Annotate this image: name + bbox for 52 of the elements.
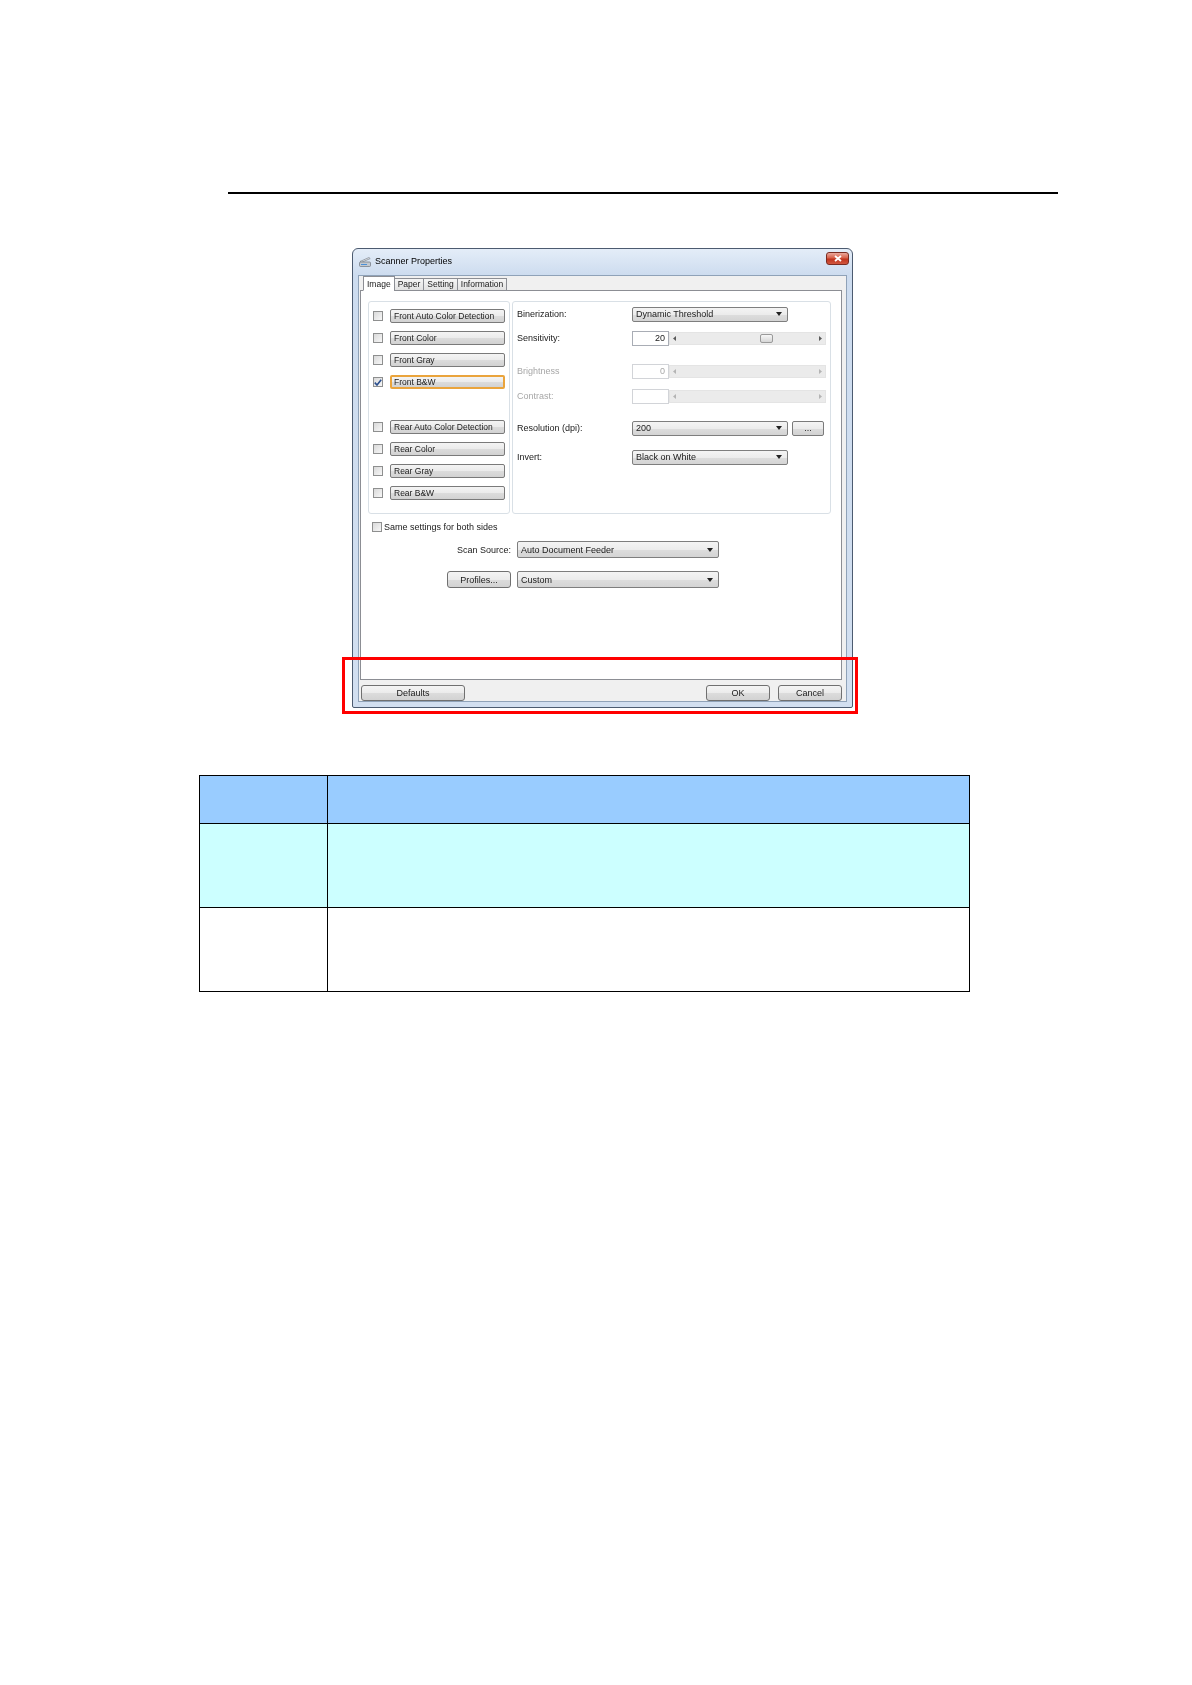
- checkbox[interactable]: [373, 311, 383, 321]
- checkbox[interactable]: [372, 522, 382, 532]
- checkbox[interactable]: [373, 355, 383, 365]
- image-type-button[interactable]: Front Color: [390, 331, 505, 345]
- field-label: Sensitivity:: [517, 333, 560, 343]
- image-type-button[interactable]: Rear Color: [390, 442, 505, 456]
- field-label: Invert:: [517, 452, 542, 462]
- window-title: Scanner Properties: [375, 255, 453, 267]
- dropdown[interactable]: Auto Document Feeder: [517, 541, 719, 558]
- caret-icon: [707, 577, 713, 582]
- caret-icon: [776, 312, 782, 316]
- image-type-button[interactable]: Front B&W: [390, 375, 505, 389]
- dropdown[interactable]: Black on White: [632, 449, 788, 465]
- number-field[interactable]: 20: [632, 330, 669, 346]
- checkbox[interactable]: [373, 488, 383, 498]
- caret-icon: [776, 426, 782, 430]
- close-button[interactable]: [826, 252, 849, 265]
- image-type-button[interactable]: Front Auto Color Detection: [390, 309, 505, 323]
- tab[interactable]: Information: [456, 278, 508, 291]
- profiles-button[interactable]: Profiles...: [447, 571, 511, 588]
- caret-icon: [707, 547, 713, 552]
- checkmark-icon: [374, 378, 382, 386]
- checkbox[interactable]: [373, 333, 383, 343]
- checkbox-label: Same settings for both sides: [384, 522, 498, 532]
- field-label: Binerization:: [517, 309, 567, 319]
- dialog-button[interactable]: OK: [706, 685, 770, 701]
- image-type-button[interactable]: Front Gray: [390, 353, 505, 367]
- checkbox[interactable]: [373, 422, 383, 432]
- right-arrow-icon[interactable]: [819, 335, 822, 341]
- dropdown[interactable]: 200: [632, 420, 788, 436]
- field-label: Contrast:: [517, 391, 554, 401]
- field-label: Brightness: [517, 366, 560, 376]
- slider-thumb[interactable]: [760, 333, 773, 343]
- scanner-icon: [359, 255, 371, 267]
- checkbox[interactable]: [373, 444, 383, 454]
- checkbox[interactable]: [373, 377, 383, 387]
- image-type-button[interactable]: Rear B&W: [390, 486, 505, 500]
- dropdown[interactable]: Custom: [517, 571, 719, 588]
- tab[interactable]: Setting: [423, 278, 458, 291]
- close-icon: [833, 255, 842, 262]
- caret-icon: [776, 455, 782, 459]
- image-type-button[interactable]: Rear Gray: [390, 464, 505, 478]
- image-type-button[interactable]: Rear Auto Color Detection: [390, 420, 505, 434]
- dialog-button[interactable]: Cancel: [778, 685, 842, 701]
- field-label: Resolution (dpi):: [517, 423, 583, 433]
- dropdown[interactable]: Dynamic Threshold: [632, 306, 788, 322]
- checkbox[interactable]: [373, 466, 383, 476]
- dialog-button[interactable]: Defaults: [361, 685, 465, 701]
- tab[interactable]: Image: [363, 276, 395, 291]
- browse-button[interactable]: ...: [792, 420, 824, 436]
- field-label: Scan Source:: [456, 544, 511, 555]
- left-arrow-icon[interactable]: [673, 335, 676, 341]
